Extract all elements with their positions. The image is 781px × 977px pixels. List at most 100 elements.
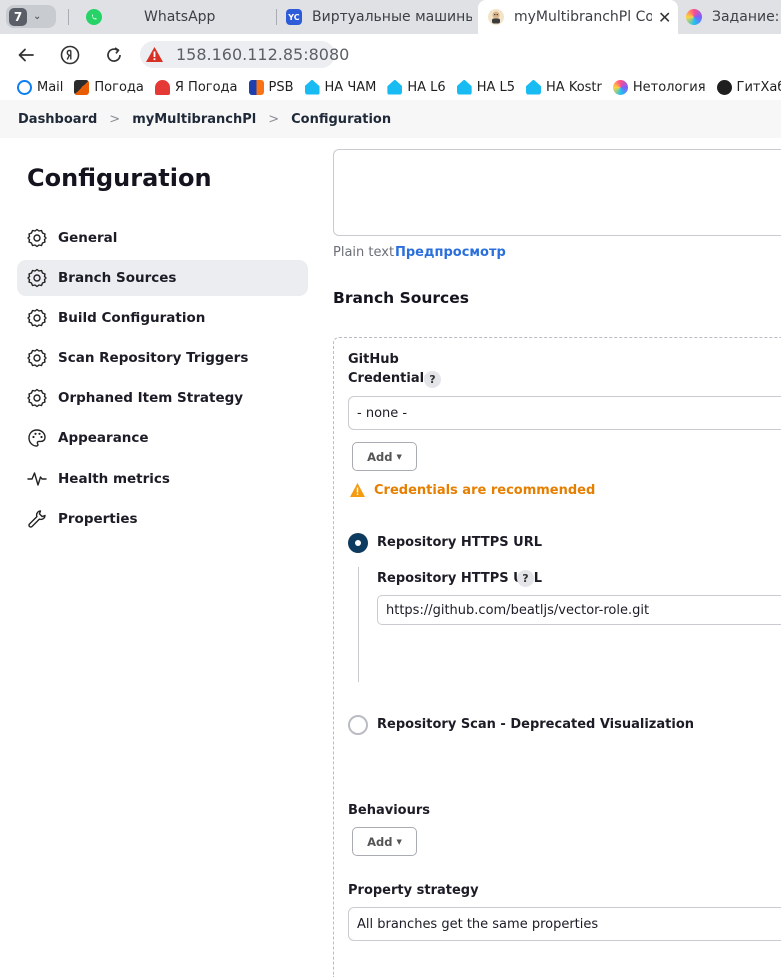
yandex-cloud-icon: YC	[286, 9, 302, 25]
credentials-help-icon[interactable]: ?	[424, 371, 441, 388]
breadcrumb-separator: >	[109, 111, 121, 127]
sidebar-item-label: Orphaned Item Strategy	[58, 390, 244, 406]
home-assistant-icon	[526, 79, 542, 95]
sidebar-item-appearance[interactable]: Appearance	[17, 420, 308, 456]
caret-down-icon: ▼	[396, 452, 402, 461]
tab-count-badge: 7	[9, 7, 27, 26]
tab-whatsapp[interactable]: WhatsApp	[86, 0, 270, 34]
repository-https-url-input[interactable]: https://github.com/beatljs/vector-role.g…	[377, 595, 781, 625]
reload-icon[interactable]	[103, 44, 125, 66]
url-text: 158.160.112.85:8080	[176, 45, 350, 64]
netology-icon	[686, 9, 702, 25]
mail-icon	[17, 79, 32, 95]
psb-icon	[248, 79, 264, 95]
bookmark-label: PSB	[268, 79, 294, 95]
sidebar-item-orphaned-item-strategy[interactable]: Orphaned Item Strategy	[17, 380, 308, 416]
credentials-add-button[interactable]: Add ▼	[352, 442, 417, 471]
bookmark-ya-pogoda[interactable]: Я Погода	[154, 79, 238, 95]
gear-icon	[27, 308, 47, 328]
bookmark-pogoda[interactable]: Погода	[74, 79, 144, 95]
property-strategy-select[interactable]: All branches get the same properties	[348, 907, 781, 941]
breadcrumb-configuration[interactable]: Configuration	[291, 112, 391, 127]
close-tab-icon[interactable]: ✕	[658, 8, 671, 27]
breadcrumb: Dashboard > myMultibranchPl > Configurat…	[0, 100, 781, 138]
sidebar-item-label: General	[58, 230, 118, 246]
tab-group-button[interactable]: 7 ⌄	[6, 5, 56, 28]
sidebar-item-label: Health metrics	[58, 471, 170, 487]
description-textarea[interactable]	[333, 149, 781, 236]
breadcrumb-job[interactable]: myMultibranchPl	[132, 112, 256, 127]
gear-icon	[27, 348, 47, 368]
sidebar-item-label: Properties	[58, 511, 138, 527]
bookmark-label: НА Kostr	[546, 79, 602, 95]
bookmark-mail[interactable]: Mail	[17, 79, 64, 95]
bookmark-na-l5[interactable]: НА L5	[456, 79, 516, 95]
netology-icon	[612, 79, 628, 95]
bookmark-label: НА ЧАМ	[324, 79, 377, 95]
tab-separator	[68, 9, 69, 25]
warning-text: Credentials are recommended	[374, 482, 596, 498]
palette-icon	[27, 428, 47, 448]
tab-zadanie[interactable]: Задание: Д	[686, 0, 781, 34]
sidebar-item-general[interactable]: General	[17, 220, 308, 256]
radio-label-scan: Repository Scan - Deprecated Visualizati…	[377, 717, 695, 732]
bookmark-na-l6[interactable]: НА L6	[387, 79, 446, 95]
button-label: Add	[367, 449, 393, 464]
pulse-icon	[27, 469, 47, 489]
credentials-label: Credentials	[348, 371, 432, 386]
bookmark-label: ГитХаб	[736, 79, 781, 95]
tab-title: Виртуальные машины | Y	[312, 9, 472, 25]
property-strategy-label: Property strategy	[348, 883, 479, 898]
back-arrow-icon[interactable]	[15, 44, 37, 66]
behaviours-add-button[interactable]: Add ▼	[352, 827, 417, 856]
tab-yandex-cloud-vms[interactable]: YC Виртуальные машины | Y	[286, 0, 472, 34]
credentials-warning: Credentials are recommended	[349, 482, 595, 498]
bookmarks-bar: Mail Погода Я Погода PSB НА ЧАМ НА L6 НА…	[0, 74, 781, 100]
breadcrumb-separator: >	[268, 111, 280, 127]
sidebar-item-branch-sources[interactable]: Branch Sources	[17, 260, 308, 296]
sidebar-item-label: Scan Repository Triggers	[58, 350, 249, 366]
bookmark-github[interactable]: ГитХаб	[716, 79, 781, 95]
plain-text-label: Plain text	[333, 245, 395, 260]
sidebar-item-build-configuration[interactable]: Build Configuration	[17, 300, 308, 336]
jenkins-icon	[488, 9, 504, 25]
radio-repository-https-url[interactable]	[348, 533, 368, 553]
bookmark-label: Mail	[37, 79, 64, 95]
home-assistant-icon	[304, 79, 320, 95]
wrench-icon	[27, 509, 47, 529]
tab-separator	[276, 9, 277, 25]
credentials-select[interactable]: - none -	[348, 396, 781, 430]
yandex-home-icon[interactable]	[59, 44, 81, 66]
home-assistant-icon	[456, 79, 472, 95]
bookmark-label: Нетология	[632, 79, 706, 95]
radio-label-https: Repository HTTPS URL	[377, 535, 542, 550]
section-title-branch-sources: Branch Sources	[333, 289, 469, 307]
preview-link[interactable]: Предпросмотр	[395, 245, 506, 260]
nested-indent-line	[358, 567, 359, 682]
caret-down-icon: ▼	[396, 837, 402, 846]
gear-icon	[27, 268, 47, 288]
not-secure-warning-icon[interactable]	[145, 45, 164, 64]
sidebar-item-health-metrics[interactable]: Health metrics	[17, 461, 308, 497]
tab-title: Задание: Д	[712, 9, 781, 25]
breadcrumb-dashboard[interactable]: Dashboard	[18, 112, 97, 127]
bookmark-na-kostr[interactable]: НА Kostr	[526, 79, 602, 95]
sidebar-item-properties[interactable]: Properties	[17, 501, 308, 537]
warning-icon	[350, 483, 365, 497]
source-type-label: GitHub	[348, 352, 399, 367]
gear-icon	[27, 228, 47, 248]
radio-repository-scan[interactable]	[348, 715, 368, 735]
bookmark-label: НА L6	[407, 79, 446, 95]
bookmark-na-cham[interactable]: НА ЧАМ	[304, 79, 377, 95]
home-assistant-icon	[387, 79, 403, 95]
weather-icon	[74, 79, 90, 95]
browser-tab-strip: 7 ⌄ WhatsApp YC Виртуальные машины | Y m…	[0, 0, 781, 34]
https-url-help-icon[interactable]: ?	[517, 570, 534, 587]
bookmark-label: НА L5	[476, 79, 516, 95]
sidebar-item-scan-repository-triggers[interactable]: Scan Repository Triggers	[17, 340, 308, 376]
bookmark-netologia[interactable]: Нетология	[612, 79, 706, 95]
bookmark-psb[interactable]: PSB	[248, 79, 294, 95]
tab-jenkins-configuration[interactable]: myMultibranchPl Config ✕	[478, 0, 678, 34]
sidebar-item-label: Build Configuration	[58, 310, 206, 326]
url-field[interactable]: 158.160.112.85:8080	[140, 41, 349, 68]
